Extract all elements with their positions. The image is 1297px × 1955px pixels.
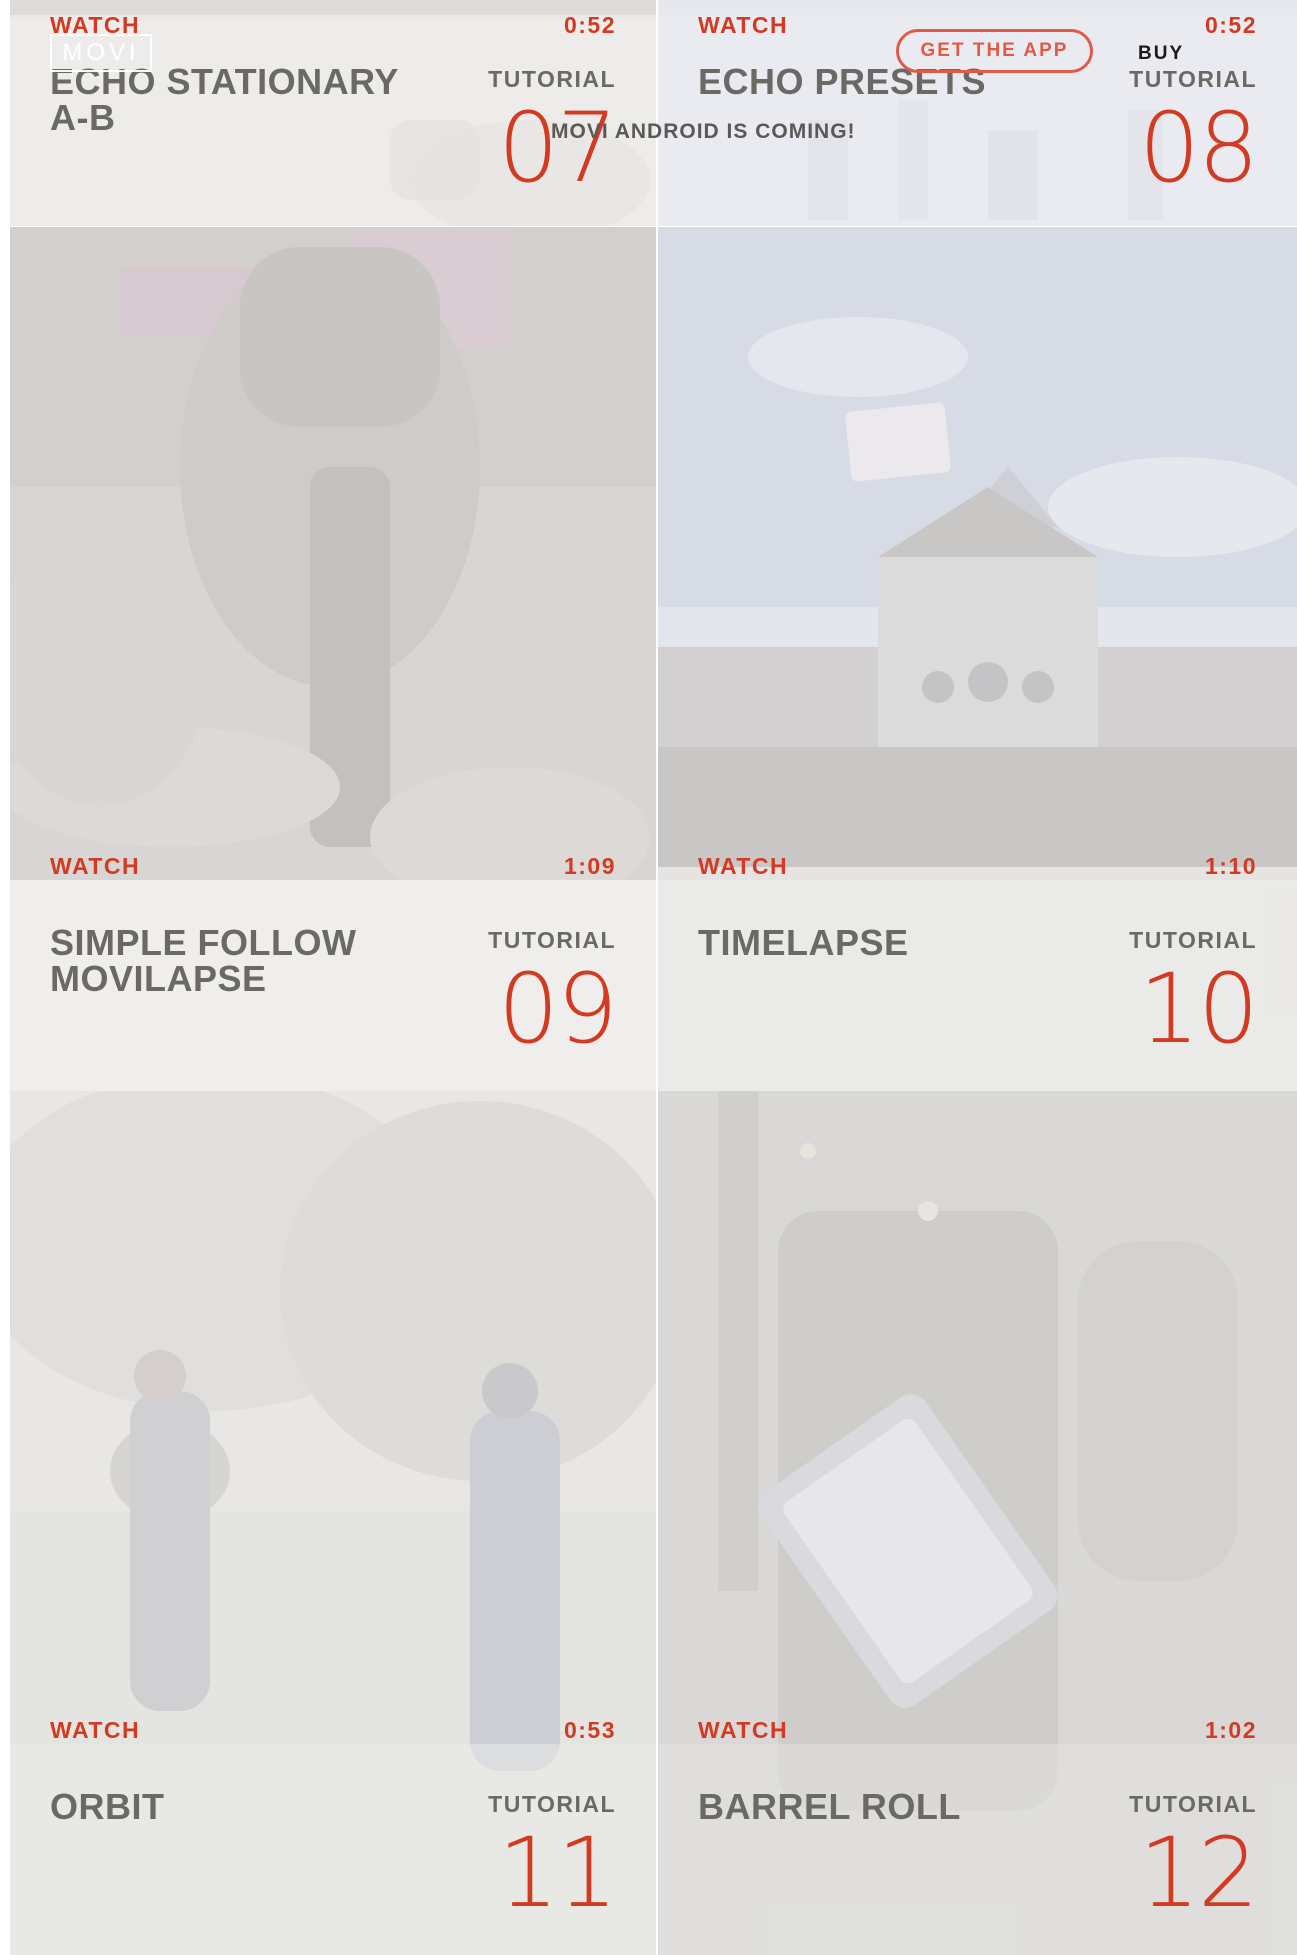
tutorial-number: 07 [497,92,618,204]
video-duration: 0:52 [1204,12,1257,38]
card-title: BARREL ROLL [698,1789,1118,1825]
video-duration: 0:52 [563,12,616,38]
card-title-line: SIMPLE FOLLOW [50,922,357,963]
movi-logo[interactable]: MOVI [50,34,152,72]
tutorial-card-12[interactable]: WATCH 1:02 BARREL ROLL TUTORIAL 12 [658,1091,1297,1955]
tutorial-label: TUTORIAL [1129,66,1257,92]
get-the-app-button[interactable]: GET THE APP [896,29,1093,73]
video-duration: 1:09 [563,853,616,879]
tutorial-card-10[interactable]: WATCH 1:10 TIMELAPSE TUTORIAL 10 [658,227,1297,1091]
android-announcement-banner[interactable]: MOVI ANDROID IS COMING! [551,120,856,144]
card-title-line: BARREL ROLL [698,1786,961,1827]
card-title-line: ORBIT [50,1786,165,1827]
tutorial-number: 11 [497,1817,618,1929]
tutorial-label: TUTORIAL [488,1791,616,1817]
tutorial-number: 10 [1138,953,1259,1065]
card-title: SIMPLE FOLLOW MOVILAPSE [50,925,470,997]
card-title-line: TIMELAPSE [698,922,909,963]
watch-link[interactable]: WATCH [50,853,140,880]
tutorial-label: TUTORIAL [488,66,616,92]
watch-link[interactable]: WATCH [50,1717,140,1744]
buy-link[interactable]: BUY [1138,43,1184,65]
card-title-line: MOVILAPSE [50,958,267,999]
tutorial-number: 09 [497,953,618,1065]
watch-link[interactable]: WATCH [698,12,788,39]
tutorial-label: TUTORIAL [1129,1791,1257,1817]
card-title: ORBIT [50,1789,470,1825]
card-title: ECHO STATIONARY A-B [50,64,470,136]
tutorial-grid: WATCH 0:52 ECHO STATIONARY A-B TUTORIAL … [10,0,1297,1955]
card-title: TIMELAPSE [698,925,1118,961]
watch-link[interactable]: WATCH [698,853,788,880]
tutorial-card-09[interactable]: WATCH 1:09 SIMPLE FOLLOW MOVILAPSE TUTOR… [10,227,656,1091]
tutorial-label: TUTORIAL [488,927,616,953]
watch-link[interactable]: WATCH [698,1717,788,1744]
tutorial-number: 08 [1138,92,1259,204]
tutorial-label: TUTORIAL [1129,927,1257,953]
card-title-line: A-B [50,97,116,138]
video-duration: 0:53 [563,1717,616,1743]
tutorial-number: 12 [1138,1817,1259,1929]
video-duration: 1:10 [1204,853,1257,879]
video-duration: 1:02 [1204,1717,1257,1743]
tutorial-card-11[interactable]: WATCH 0:53 ORBIT TUTORIAL 11 [10,1091,656,1955]
